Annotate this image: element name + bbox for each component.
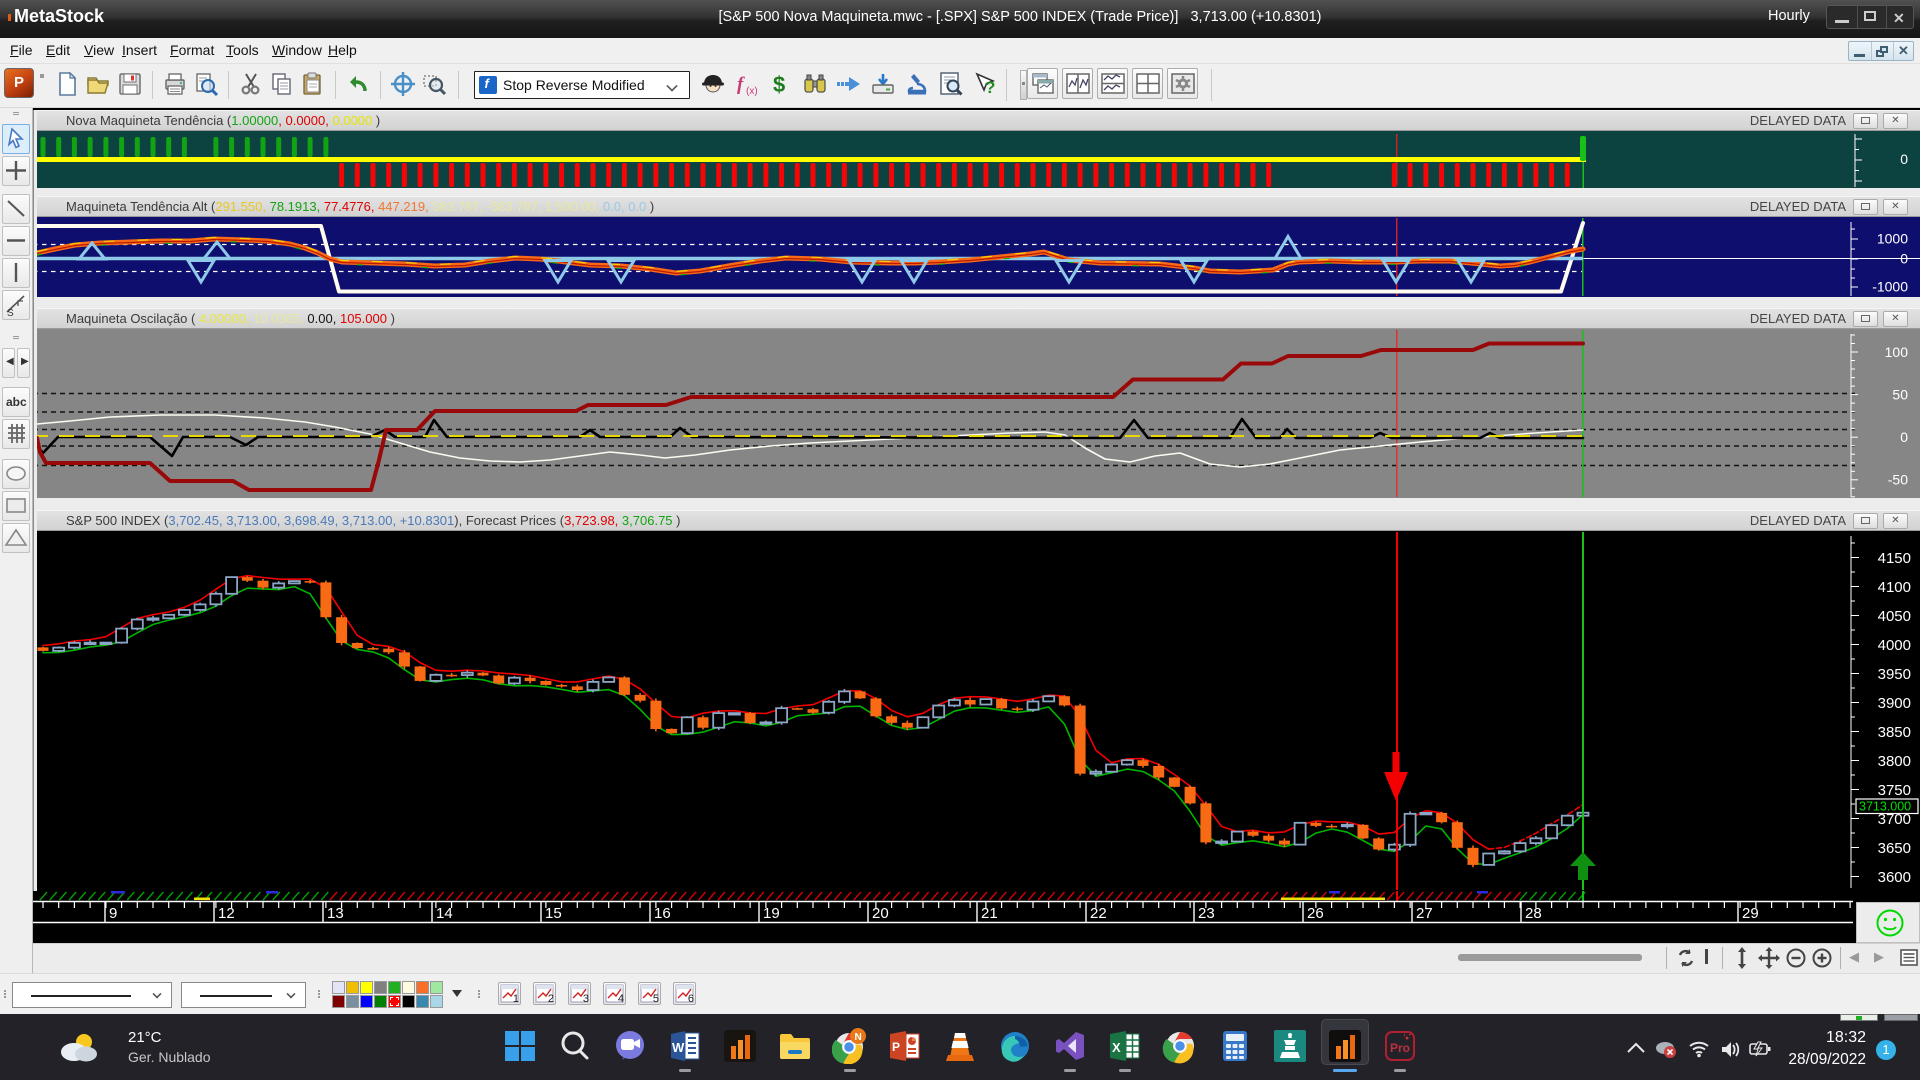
svg-text:50: 50 (1892, 387, 1908, 403)
svg-text:3900: 3900 (1878, 695, 1911, 712)
svg-text:15: 15 (545, 905, 562, 922)
svg-text:3750: 3750 (1878, 782, 1911, 799)
svg-text:N: N (855, 1032, 862, 1043)
svg-text:23: 23 (1198, 905, 1215, 922)
svg-text:$: $ (773, 72, 785, 97)
svg-text:19: 19 (763, 905, 780, 922)
svg-text:0: 0 (1900, 429, 1908, 445)
svg-text:S: S (7, 308, 14, 318)
svg-text:(x): (x) (746, 86, 758, 97)
svg-text:20: 20 (872, 905, 889, 922)
svg-text:0: 0 (1900, 251, 1908, 267)
svg-text:3850: 3850 (1878, 724, 1911, 741)
svg-text:13: 13 (327, 905, 344, 922)
svg-text:22: 22 (1090, 905, 1107, 922)
svg-text:X: X (1112, 1040, 1121, 1055)
svg-text:16: 16 (654, 905, 671, 922)
svg-text:100: 100 (1885, 344, 1909, 360)
svg-text:0: 0 (1900, 151, 1908, 167)
svg-text:14: 14 (436, 905, 453, 922)
svg-text:f: f (737, 74, 745, 95)
svg-text:3713.000: 3713.000 (1859, 800, 1911, 814)
svg-text:Pro: Pro (1390, 1041, 1410, 1055)
svg-text:26: 26 (1307, 905, 1324, 922)
svg-text:12: 12 (218, 905, 235, 922)
svg-text:4150: 4150 (1878, 550, 1911, 567)
svg-text:3600: 3600 (1878, 869, 1911, 886)
svg-text:4050: 4050 (1878, 608, 1911, 625)
svg-text:4100: 4100 (1878, 579, 1911, 596)
svg-text:W: W (672, 1040, 685, 1055)
svg-text:abc: abc (6, 395, 27, 409)
svg-text:21: 21 (981, 905, 998, 922)
svg-text:-1000: -1000 (1872, 279, 1908, 295)
svg-text:27: 27 (1416, 905, 1433, 922)
svg-text:?: ? (985, 78, 995, 97)
svg-text:29: 29 (1742, 905, 1759, 922)
svg-text:3950: 3950 (1878, 666, 1911, 683)
svg-text:28: 28 (1525, 905, 1542, 922)
svg-text:3650: 3650 (1878, 840, 1911, 857)
svg-text:-50: -50 (1888, 472, 1908, 488)
svg-text:9: 9 (109, 905, 117, 922)
svg-text:P: P (892, 1040, 900, 1054)
svg-text:4000: 4000 (1878, 637, 1911, 654)
svg-text:1000: 1000 (1877, 231, 1908, 247)
svg-text:3800: 3800 (1878, 753, 1911, 770)
